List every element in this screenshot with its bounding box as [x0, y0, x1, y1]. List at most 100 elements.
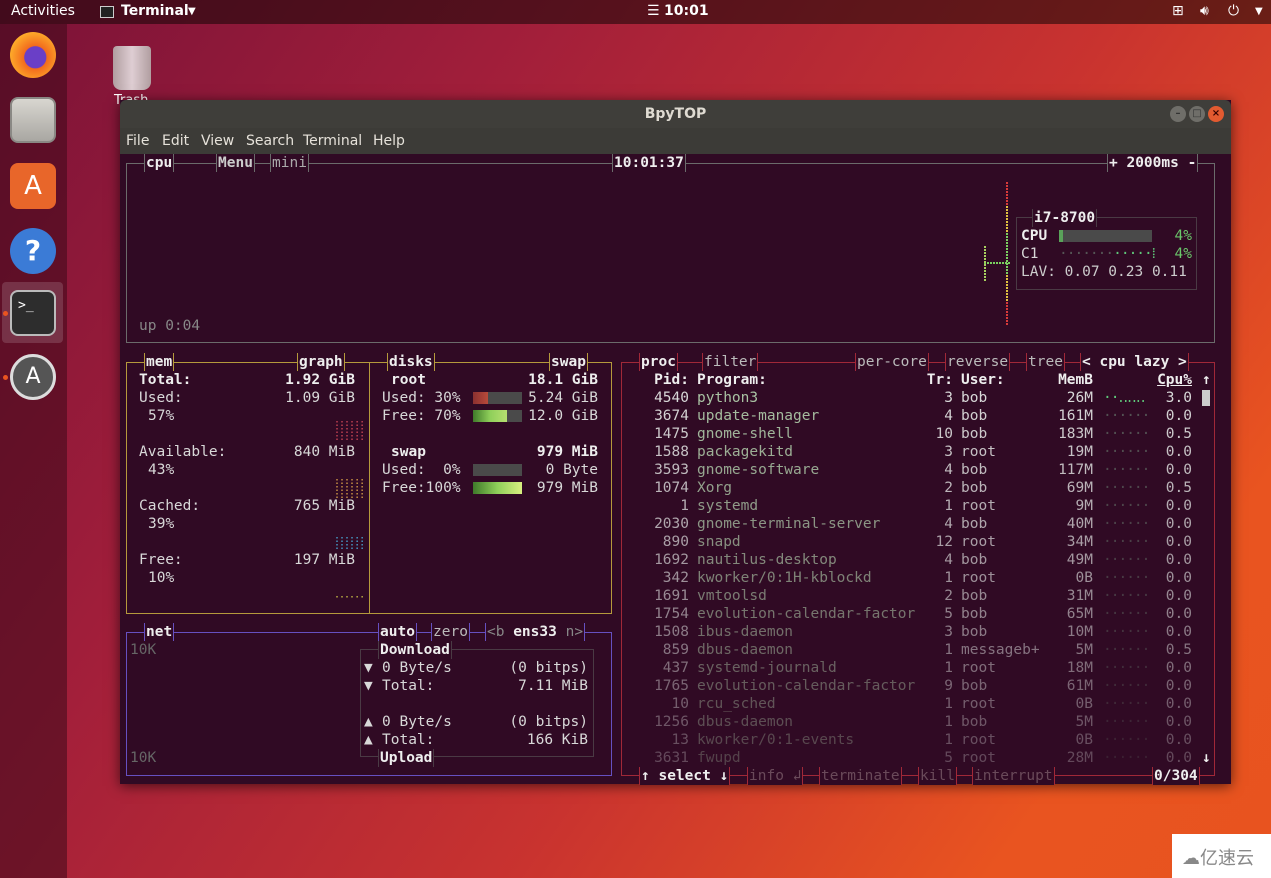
process-user: root [961, 498, 996, 514]
sort-selector[interactable]: < cpu lazy > [1080, 353, 1189, 371]
app-menu[interactable]: Terminal [121, 3, 189, 19]
update-interval-control[interactable]: + 2000ms - [1107, 154, 1199, 172]
process-cpu: 0.0 [1165, 750, 1192, 766]
process-pid: 3593 [654, 462, 689, 478]
header-pid[interactable]: Pid: [644, 371, 689, 389]
header-cpu[interactable]: Cpu% [1142, 371, 1192, 389]
minimize-button[interactable]: – [1170, 106, 1186, 122]
filter-button[interactable]: filter [702, 353, 759, 371]
menu-help[interactable]: Help [373, 133, 405, 149]
maximize-button[interactable]: □ [1189, 106, 1205, 122]
per-core-toggle[interactable]: per-core [855, 353, 929, 371]
process-cpu: 0.0 [1165, 606, 1192, 622]
process-mem: 49M [1066, 552, 1093, 568]
menu-view[interactable]: View [201, 133, 234, 149]
menu-edit[interactable]: Edit [162, 133, 189, 149]
process-cpu: 0.0 [1165, 678, 1192, 694]
header-user[interactable]: User: [961, 371, 1005, 389]
select-control[interactable]: ↑ select ↓ [639, 767, 731, 785]
trash-icon[interactable] [113, 46, 151, 90]
network-icon[interactable]: ⊞ [1172, 3, 1184, 19]
interrupt-button[interactable]: interrupt [972, 767, 1055, 785]
cpu-graph-point [1006, 200, 1008, 202]
activities-button[interactable]: Activities [11, 3, 75, 19]
cpu-graph-point [984, 246, 986, 248]
watermark-text: 亿速云 [1200, 848, 1254, 869]
header-mem[interactable]: MemB [1043, 371, 1093, 389]
info-button[interactable]: info ↲ [747, 767, 804, 785]
zero-toggle[interactable]: zero [431, 623, 470, 641]
clock-icon: ☰ [647, 3, 660, 19]
mini-toggle[interactable]: mini [270, 154, 309, 172]
menu-file[interactable]: File [126, 133, 149, 149]
prev-interface-button[interactable]: <b [487, 624, 504, 640]
header-threads[interactable]: Tr: [920, 371, 953, 389]
files-icon[interactable] [10, 97, 56, 143]
updater-icon[interactable]: A [10, 354, 56, 400]
volume-icon[interactable]: 🔊︎ [1200, 3, 1209, 19]
process-threads: 2 [944, 480, 953, 496]
next-interface-button[interactable]: n> [566, 624, 583, 640]
bpytop-terminal[interactable]: cpu Menu mini 10:01:37 + 2000ms - up 0:0… [120, 154, 1231, 785]
cpu-graph-point [1006, 212, 1008, 214]
cpu-graph-point [1006, 299, 1008, 301]
upload-bits: (0 bitps) [509, 714, 588, 730]
terminate-button[interactable]: terminate [819, 767, 902, 785]
cpu-graph-point [1006, 230, 1008, 232]
cpu-graph-point [1006, 245, 1008, 247]
scroll-up-icon[interactable]: ↑ [1202, 371, 1211, 389]
auto-toggle[interactable]: auto [378, 623, 417, 641]
power-icon[interactable]: ⏻ [1228, 3, 1239, 19]
process-cpu: 0.5 [1165, 426, 1192, 442]
menu-button[interactable]: Menu [216, 154, 255, 172]
scrollbar-thumb[interactable] [1202, 390, 1210, 406]
reverse-toggle[interactable]: reverse [945, 353, 1011, 371]
disk-root-name: root [391, 372, 426, 388]
tree-toggle[interactable]: tree [1026, 353, 1065, 371]
cpu-graph-point [984, 258, 986, 260]
process-program: python3 [697, 390, 759, 406]
mem-free-label: Free: [139, 552, 183, 568]
process-cpu: 0.0 [1165, 534, 1192, 550]
terminal-icon[interactable]: >_ [10, 290, 56, 336]
header-program[interactable]: Program: [697, 371, 767, 389]
clock[interactable]: 10:01 [664, 3, 709, 19]
process-program: gnome-terminal-server [697, 516, 881, 532]
system-menu-chevron-icon[interactable]: ▼ [1255, 6, 1263, 17]
process-pid: 1508 [654, 624, 689, 640]
process-cpu: 0.0 [1165, 498, 1192, 514]
graph-toggle[interactable]: graph [297, 353, 345, 371]
process-pid: 859 [662, 642, 689, 658]
cpu-graph-point [1006, 206, 1008, 208]
menu-search[interactable]: Search [246, 133, 294, 149]
window-titlebar[interactable]: BpyTOP – □ × [120, 100, 1231, 128]
firefox-icon[interactable] [10, 32, 56, 78]
cpu-graph-point [1006, 272, 1008, 274]
kill-button[interactable]: kill [918, 767, 957, 785]
process-program: kworker/0:1-events [697, 732, 855, 748]
menu-terminal[interactable]: Terminal [303, 133, 362, 149]
process-cpu-mini-graph: ······ [1103, 732, 1150, 748]
cpu-graph-point [1006, 269, 1008, 271]
select-label: ↑ select ↓ [641, 768, 729, 784]
swap-free-value: 979 MiB [536, 480, 598, 496]
cpu-graph-point [993, 262, 995, 264]
process-cpu: 0.0 [1165, 570, 1192, 586]
process-mem: 26M [1066, 390, 1093, 406]
chevron-down-icon[interactable]: ▼ [188, 6, 196, 17]
mem-cached-pct: 39% [148, 516, 175, 532]
cpu-graph-point [1006, 218, 1008, 220]
process-pid: 1074 [654, 480, 689, 496]
help-icon[interactable]: ? [10, 228, 56, 274]
cpu-title: cpu [144, 154, 175, 172]
net-interface-selector[interactable]: <b ens33 n> [485, 623, 586, 641]
scroll-down-icon[interactable]: ↓ [1202, 749, 1211, 767]
software-icon[interactable]: A [10, 163, 56, 209]
cpu-graph-point [1006, 287, 1008, 289]
swap-toggle[interactable]: swap [549, 353, 588, 371]
cpu-graph-point [984, 255, 986, 257]
close-button[interactable]: × [1208, 106, 1224, 122]
process-mem: 183M [1058, 426, 1093, 442]
process-cpu-mini-graph: ······ [1103, 498, 1150, 514]
process-mem: 10M [1066, 624, 1093, 640]
